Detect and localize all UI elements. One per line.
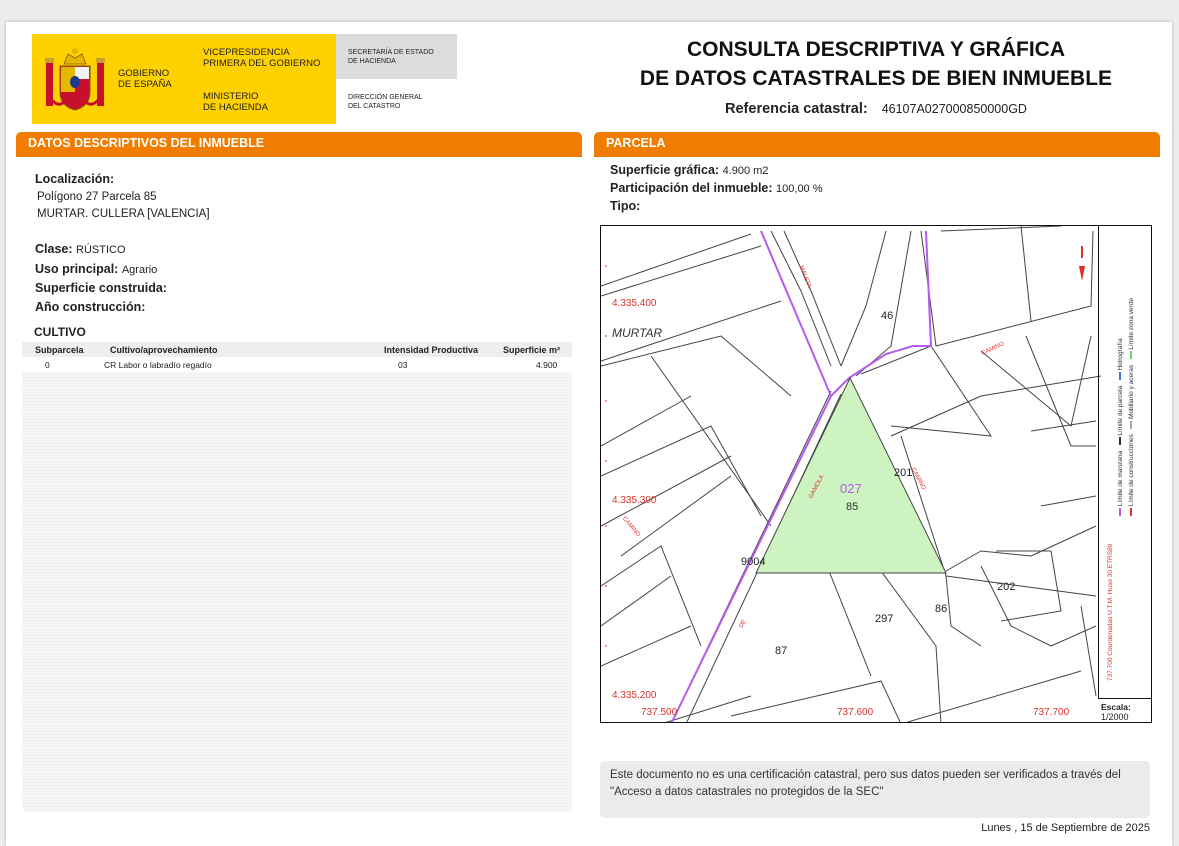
col-cultivo: Cultivo/aprovechamiento [110,345,218,355]
escala-label: Escala: [1101,702,1131,712]
anio-construccion-label: Año construcción: [35,300,146,314]
section-header-parcela: PARCELA [594,132,1160,154]
x-coord-2: 737.600 [837,707,874,718]
vicepresidencia-text: VICEPRESIDENCIA PRIMERA DEL GOBIERNO [203,47,321,69]
neighbor-297: 297 [875,613,894,625]
y-coord-3: 4.335.200 [612,690,657,701]
clase-row: Clase: RÚSTICO [35,242,126,256]
parcel-id: 85 [846,501,859,513]
cell-subparcela: 0 [45,360,50,370]
document-page: GOBIERNO DE ESPAÑA VICEPRESIDENCIA PRIMERA… [6,22,1172,846]
cadastral-map: 4.335.400 4.335.300 4.335.200 737.500 73… [600,225,1152,723]
place-name: MURTAR [612,326,663,340]
superficie-construida-label: Superficie construida: [35,281,167,295]
legend-parcela: Límite de parcela [1117,385,1124,436]
y-coord-2: 4.335.300 [612,495,657,506]
localizacion-label: Localización: [35,172,115,186]
legend-divider [1098,226,1099,698]
legend-items-a: Límite de manzana Límite de parcela Hidr… [1116,236,1125,516]
legend-hidrografia: Hidrografía [1117,338,1124,371]
legend-swatch-hidro [1119,372,1122,381]
secretaria-text: SECRETARÍA DE ESTADO DE HACIENDA [348,49,434,65]
x-coord-3: 737.700 [1033,707,1070,718]
cultivo-table-header: Subparcela Cultivo/aprovechamiento Inten… [22,342,572,357]
table-row: 0 CR Labor o labradío regadío 03 4.900 [22,357,572,372]
legend-mobiliario: Mobiliario y aceras [1128,364,1135,420]
cell-superficie: 4.900 [536,360,558,370]
col-intensidad: Intensidad Productiva [384,345,479,355]
legend-manzana: Límite de manzana [1117,450,1124,507]
section-header-datos: DATOS DESCRIPTIVOS DEL INMUEBLE [16,132,582,154]
neighbor-86: 86 [935,603,948,615]
participacion-row: Participación del inmueble: 100,00 % [610,181,823,195]
legend-swatch-mob [1130,420,1133,429]
scale-divider [1098,698,1151,699]
disclaimer-notice: Este documento no es una certificación c… [600,761,1150,818]
neighbor-87: 87 [775,645,788,657]
cell-intensidad: 03 [398,360,408,370]
direccion-text: DIRECCIÓN GENERAL DEL CATASTRO [348,94,423,110]
uso-row: Uso principal: Agrario [35,262,158,276]
legend-zona-verde: Límite zona verde [1128,297,1135,350]
parcel-number: 027 [840,481,862,496]
neighbor-202: 202 [997,581,1016,593]
legend-swatch-verde [1130,351,1133,360]
neighbor-46: 46 [881,310,894,322]
referencia-catastral: Referencia catastral: 46107A027000850000G… [725,101,1027,117]
col-superficie: Superficie m² [503,345,561,355]
ministerio-text: MINISTERIO DE HACIENDA [203,91,268,113]
legend-coords: 737.700 Coordenadas U.T.M. Huso 30 ETRS8… [1107,543,1114,681]
legend-text: 737.700 Coordenadas U.T.M. Huso 30 ETRS8… [1106,231,1116,681]
cultivo-table-body: 0 CR Labor o labradío regadío 03 4.900 [22,357,572,812]
legend-swatch-manzana [1119,508,1122,516]
document-date: Lunes , 15 de Septiembre de 2025 [981,822,1150,834]
col-subparcela: Subparcela [35,345,84,355]
superficie-grafica-row: Superficie gráfica: 4.900 m2 [610,163,769,177]
tipo-label: Tipo: [610,199,641,213]
legend-construcciones: Límite de construcciones [1128,434,1135,507]
legend-swatch-parcela [1119,437,1122,446]
x-coord-1: 737.500 [641,707,678,718]
referencia-value: 46107A027000850000GD [881,102,1027,116]
localizacion-value: Polígono 27 Parcela 85 MURTAR. CULLERA [V… [37,191,210,220]
legend-items-b: Límite de construcciones Mobiliario y ac… [1127,236,1136,516]
page-title: CONSULTA DESCRIPTIVA Y GRÁFICA DE DATOS C… [639,38,1113,90]
coat-of-arms-icon [45,48,105,111]
y-coord-1: 4.335.400 [612,298,657,309]
section-underline [16,154,582,157]
section-underline-right [594,154,1160,157]
escala-value: 1/2000 [1101,712,1129,722]
gobierno-espana-text: GOBIERNO DE ESPAÑA [118,68,172,90]
cell-cultivo: CR Labor o labradío regadío [104,360,212,370]
legend-swatch-constr [1130,508,1133,516]
neighbor-9004: 9004 [741,556,766,568]
map-drawing [601,226,1102,722]
cultivo-title: CULTIVO [34,325,86,339]
